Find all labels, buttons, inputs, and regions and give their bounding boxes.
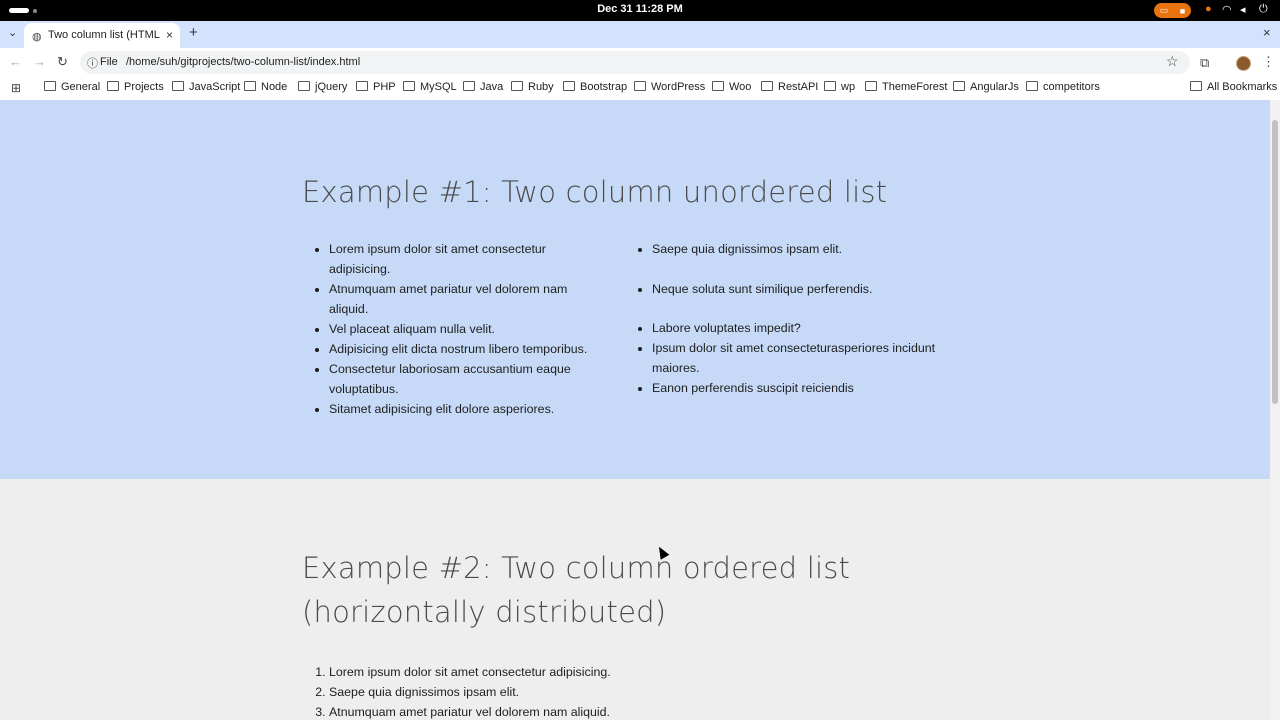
bookmark-folder-angularjs[interactable]: AngularJs [953, 81, 1019, 93]
folder-icon [563, 81, 575, 91]
tab-active[interactable]: ◍ Two column list (HTML C × [24, 23, 180, 48]
url-scheme-label: File [100, 56, 118, 68]
folder-icon [44, 81, 56, 91]
list-item: Consectetur laboriosam accusantium eaque… [329, 359, 599, 399]
bookmark-folder-jquery[interactable]: jQuery [298, 81, 347, 93]
bookmark-folder-ruby[interactable]: Ruby [511, 81, 554, 93]
microphone-icon[interactable]: ● [1205, 3, 1212, 15]
list-item: Ipsum dolor sit amet consecteturasperior… [652, 338, 972, 378]
example-2-heading: Example #2: Two column ordered list (hor… [302, 546, 922, 634]
forward-arrow-icon[interactable]: → [33, 54, 46, 69]
info-icon[interactable]: ⓘ [87, 55, 98, 71]
list-item: Sitamet adipisicing elit dolore asperior… [329, 399, 599, 419]
folder-icon [403, 81, 415, 91]
clock[interactable]: Dec 31 11:28 PM [0, 3, 1280, 15]
folder-icon [824, 81, 836, 91]
list-item: Saepe quia dignissimos ipsam elit. [652, 239, 972, 259]
list-item: Atnumquam amet pariatur vel dolorem nam … [329, 702, 611, 720]
bookmark-folder-competitors[interactable]: competitors [1026, 81, 1100, 93]
window-close-icon[interactable]: × [1263, 25, 1271, 40]
folder-icon [463, 81, 475, 91]
page-scrollbar[interactable] [1270, 100, 1280, 720]
bookmark-folder-wordpress[interactable]: WordPress [634, 81, 705, 93]
extensions-icon[interactable]: ⧉ [1200, 55, 1209, 71]
profile-avatar[interactable] [1236, 56, 1251, 71]
folder-icon [865, 81, 877, 91]
bookmark-folder-projects[interactable]: Projects [107, 81, 164, 93]
list-item: Atnumquam amet pariatur vel dolorem nam … [329, 279, 599, 319]
list-item: Labore voluptates impedit? [652, 318, 972, 338]
ordered-list: Lorem ipsum dolor sit amet consectetur a… [302, 662, 611, 720]
bookmark-star-icon[interactable]: ☆ [1166, 53, 1179, 70]
tab-strip: ⌄ ◍ Two column list (HTML C × + × [0, 21, 1280, 48]
menu-kebab-icon[interactable]: ⋮ [1262, 54, 1275, 70]
bookmark-folder-javascript[interactable]: JavaScript [172, 81, 240, 93]
bookmark-folder-mysql[interactable]: MySQL [403, 81, 457, 93]
unordered-list-left-column: Lorem ipsum dolor sit amet consectetur a… [302, 239, 599, 419]
browser-toolbar: ← → ↻ ⓘ File /home/suh/gitprojects/two-c… [0, 48, 1280, 77]
folder-icon [953, 81, 965, 91]
all-bookmarks[interactable]: All Bookmarks [1190, 81, 1277, 93]
folder-icon [1026, 81, 1038, 91]
folder-icon [761, 81, 773, 91]
example-2-heading-line-2: (horizontally distributed) [302, 595, 667, 629]
volume-icon[interactable]: ◂ [1240, 3, 1246, 16]
scrollbar-thumb[interactable] [1272, 120, 1278, 404]
bookmark-folder-java[interactable]: Java [463, 81, 503, 93]
example-1-heading: Example #1: Two column unordered list [302, 175, 888, 209]
globe-icon: ◍ [32, 31, 42, 43]
bookmark-folder-restapi[interactable]: RestAPI [761, 81, 818, 93]
wifi-icon[interactable]: ◠ [1222, 3, 1232, 16]
list-item: Adipisicing elit dicta nostrum libero te… [329, 339, 599, 359]
stop-icon: ■ [1179, 5, 1186, 16]
example-1-section: Example #1: Two column unordered list Lo… [0, 100, 1270, 479]
folder-icon [298, 81, 310, 91]
bookmark-folder-general[interactable]: General [44, 81, 100, 93]
list-item: Vel placeat aliquam nulla velit. [329, 319, 599, 339]
bookmark-folder-php[interactable]: PHP [356, 81, 396, 93]
folder-icon [356, 81, 368, 91]
bookmark-folder-node[interactable]: Node [244, 81, 287, 93]
screencast-icon: ▭ [1159, 5, 1169, 15]
example-2-heading-line-1: Example #2: Two column ordered list [302, 551, 851, 585]
bookmark-folder-themeforest[interactable]: ThemeForest [865, 81, 947, 93]
bookmark-folder-woo[interactable]: Woo [712, 81, 751, 93]
list-item: Saepe quia dignissimos ipsam elit. [329, 682, 611, 702]
bookmarks-bar: ⊞ General Projects JavaScript Node jQuer… [0, 77, 1280, 100]
folder-icon [244, 81, 256, 91]
screen-record-indicator[interactable]: ▭ ■ [1154, 3, 1191, 18]
reload-icon[interactable]: ↻ [57, 54, 68, 70]
folder-icon [172, 81, 184, 91]
back-arrow-icon[interactable]: ← [9, 54, 22, 69]
list-item: Neque soluta sunt similique perferendis. [652, 279, 972, 299]
os-top-bar: Dec 31 11:28 PM ▭ ■ ● ◠ ◂ ⏻ [0, 0, 1280, 21]
tab-title: Two column list (HTML C [48, 29, 160, 41]
list-item: Lorem ipsum dolor sit amet consectetur a… [329, 662, 611, 682]
apps-grid-icon[interactable]: ⊞ [11, 81, 21, 95]
new-tab-button[interactable]: + [189, 24, 198, 41]
bookmark-folder-bootstrap[interactable]: Bootstrap [563, 81, 627, 93]
folder-icon [107, 81, 119, 91]
page-content: Example #1: Two column unordered list Lo… [0, 100, 1270, 720]
list-item: Eanon perferendis suscipit reiciendis [652, 378, 972, 398]
url-text[interactable]: /home/suh/gitprojects/two-column-list/in… [126, 56, 360, 68]
folder-icon [511, 81, 523, 91]
address-bar[interactable]: ⓘ File /home/suh/gitprojects/two-column-… [80, 51, 1190, 74]
unordered-list-right-column: Saepe quia dignissimos ipsam elit. Neque… [625, 239, 972, 398]
power-icon[interactable]: ⏻ [1259, 3, 1268, 16]
tab-search-chevron-icon[interactable]: ⌄ [8, 26, 17, 39]
list-item: Lorem ipsum dolor sit amet consectetur a… [329, 239, 599, 279]
folder-icon [634, 81, 646, 91]
close-icon[interactable]: × [166, 28, 173, 42]
folder-icon [1190, 81, 1202, 91]
bookmark-folder-wp[interactable]: wp [824, 81, 855, 93]
folder-icon [712, 81, 724, 91]
